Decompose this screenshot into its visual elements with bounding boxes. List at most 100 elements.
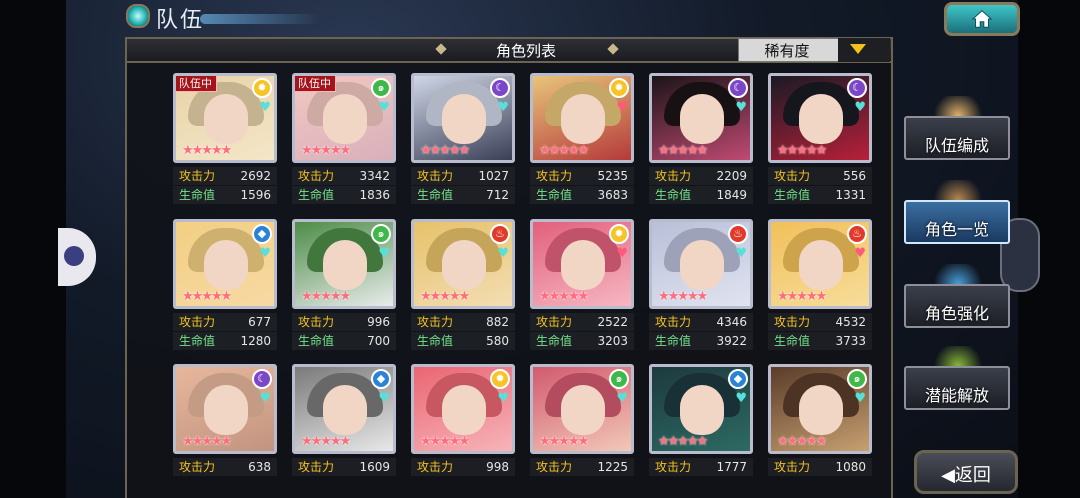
favorite-heart-icon[interactable]: ♥ xyxy=(378,100,390,115)
favorite-heart-icon[interactable]: ♥ xyxy=(497,391,509,406)
attack-value: 1225 xyxy=(597,460,628,474)
side-menu-button[interactable]: 潜能解放 xyxy=(904,366,1010,410)
sort-dropdown-button[interactable] xyxy=(838,38,890,62)
attack-stat-row: 攻击力 2522 xyxy=(530,313,634,331)
list-header-title: 角色列表 xyxy=(495,42,556,60)
character-portrait[interactable]: ♨ ♥ ★★★★★ xyxy=(649,219,753,309)
rarity-stars: ★★★★★ xyxy=(777,143,827,158)
portrait-face xyxy=(680,240,724,290)
favorite-heart-icon[interactable]: ♥ xyxy=(497,100,509,115)
attack-stat-row: 攻击力 998 xyxy=(411,458,515,476)
rarity-stars: ★★★★★ xyxy=(420,434,470,449)
favorite-heart-icon[interactable]: ♥ xyxy=(259,100,271,115)
hp-label: 生命值 xyxy=(655,188,692,202)
character-portrait[interactable]: ◆ ♥ ★★★★★ xyxy=(649,364,753,454)
favorite-heart-icon[interactable]: ♥ xyxy=(854,100,866,115)
character-portrait[interactable]: ☾ ♥ ★★★★★ xyxy=(768,73,872,163)
title-gem-icon xyxy=(126,4,150,28)
hp-stat-row: 生命值 1280 xyxy=(173,332,277,350)
character-portrait[interactable]: ◆ ♥ ★★★★★ xyxy=(292,364,396,454)
character-portrait[interactable]: ☾ ♥ ★★★★★ xyxy=(411,73,515,163)
character-portrait[interactable]: ๑ ♥ ★★★★★ xyxy=(292,219,396,309)
portrait-face xyxy=(561,240,605,290)
attack-value: 4532 xyxy=(835,315,866,329)
attack-stat-row: 攻击力 3342 xyxy=(292,167,396,185)
character-portrait[interactable]: ✹ ♥ ★★★★★ xyxy=(411,364,515,454)
element-water-icon: ◆ xyxy=(728,369,748,389)
attack-label: 攻击力 xyxy=(298,169,335,183)
favorite-heart-icon[interactable]: ♥ xyxy=(616,391,628,406)
home-button[interactable] xyxy=(944,2,1020,36)
page-title: 队伍 xyxy=(156,8,205,33)
character-portrait[interactable]: ๑ ♥ ★★★★★ xyxy=(768,364,872,454)
sort-dropdown-label: 稀有度 xyxy=(764,42,810,60)
favorite-heart-icon[interactable]: ♥ xyxy=(259,246,271,261)
attack-value: 3342 xyxy=(359,169,390,183)
hp-stat-row: 生命值 3922 xyxy=(649,332,753,350)
in-team-badge: 队伍中 xyxy=(176,76,217,92)
favorite-heart-icon[interactable]: ♥ xyxy=(616,100,628,115)
hp-label: 生命值 xyxy=(298,334,335,348)
rarity-stars: ★★★★★ xyxy=(658,143,708,158)
rarity-stars: ★★★★★ xyxy=(420,289,470,304)
assist-bubble-icon xyxy=(64,246,84,266)
element-dark-icon: ☾ xyxy=(252,369,272,389)
hp-value: 700 xyxy=(367,334,390,348)
character-portrait[interactable]: ✹ ♥ ★★★★★ xyxy=(530,219,634,309)
portrait-face xyxy=(561,385,605,435)
attack-label: 攻击力 xyxy=(536,460,573,474)
favorite-heart-icon[interactable]: ♥ xyxy=(735,391,747,406)
character-portrait[interactable]: ✹ ♥ ★★★★★ xyxy=(530,73,634,163)
rarity-stars: ★★★★★ xyxy=(182,434,232,449)
hp-label: 生命值 xyxy=(774,188,811,202)
character-portrait[interactable]: ☾ ♥ ★★★★★ xyxy=(173,364,277,454)
favorite-heart-icon[interactable]: ♥ xyxy=(616,246,628,261)
favorite-heart-icon[interactable]: ♥ xyxy=(259,391,271,406)
attack-stat-row: 攻击力 1609 xyxy=(292,458,396,476)
element-light-icon: ✹ xyxy=(490,369,510,389)
element-dark-icon: ☾ xyxy=(728,78,748,98)
attack-label: 攻击力 xyxy=(417,315,454,329)
hp-value: 3733 xyxy=(835,334,866,348)
character-portrait[interactable]: ♨ ♥ ★★★★★ xyxy=(768,219,872,309)
back-button[interactable]: ◀返回 xyxy=(914,450,1018,494)
side-menu-button[interactable]: 角色强化 xyxy=(904,284,1010,328)
attack-stat-row: 攻击力 2692 xyxy=(173,167,277,185)
element-fire-icon: ♨ xyxy=(728,224,748,244)
character-portrait[interactable]: ♨ ♥ ★★★★★ xyxy=(411,219,515,309)
character-portrait[interactable]: ◆ ♥ ★★★★★ xyxy=(173,219,277,309)
hp-value: 1836 xyxy=(359,188,390,202)
hp-stat-row: 生命值 3733 xyxy=(768,332,872,350)
character-portrait[interactable]: ๑ ♥ ★★★★★ xyxy=(530,364,634,454)
attack-label: 攻击力 xyxy=(774,169,811,183)
attack-value: 556 xyxy=(843,169,866,183)
element-light-icon: ✹ xyxy=(609,78,629,98)
attack-stat-row: 攻击力 556 xyxy=(768,167,872,185)
portrait-face xyxy=(442,240,486,290)
attack-value: 882 xyxy=(486,315,509,329)
favorite-heart-icon[interactable]: ♥ xyxy=(735,100,747,115)
character-portrait[interactable]: ✹ ♥ ★★★★★ 队伍中 xyxy=(173,73,277,163)
hp-value: 712 xyxy=(486,188,509,202)
attack-value: 2522 xyxy=(597,315,628,329)
attack-value: 1027 xyxy=(478,169,509,183)
rarity-stars: ★★★★★ xyxy=(182,143,232,158)
attack-value: 1609 xyxy=(359,460,390,474)
character-portrait[interactable]: ☾ ♥ ★★★★★ xyxy=(649,73,753,163)
attack-label: 攻击力 xyxy=(774,460,811,474)
attack-label: 攻击力 xyxy=(655,460,692,474)
attack-value: 996 xyxy=(367,315,390,329)
element-wind-icon: ๑ xyxy=(371,224,391,244)
favorite-heart-icon[interactable]: ♥ xyxy=(378,391,390,406)
side-menu-button[interactable]: 队伍编成 xyxy=(904,116,1010,160)
character-portrait[interactable]: ๑ ♥ ★★★★★ 队伍中 xyxy=(292,73,396,163)
favorite-heart-icon[interactable]: ♥ xyxy=(735,246,747,261)
attack-value: 638 xyxy=(248,460,271,474)
favorite-heart-icon[interactable]: ♥ xyxy=(378,246,390,261)
hp-label: 生命值 xyxy=(774,334,811,348)
favorite-heart-icon[interactable]: ♥ xyxy=(497,246,509,261)
hp-label: 生命值 xyxy=(655,334,692,348)
side-menu-button[interactable]: 角色一览 xyxy=(904,200,1010,244)
favorite-heart-icon[interactable]: ♥ xyxy=(854,391,866,406)
favorite-heart-icon[interactable]: ♥ xyxy=(854,246,866,261)
